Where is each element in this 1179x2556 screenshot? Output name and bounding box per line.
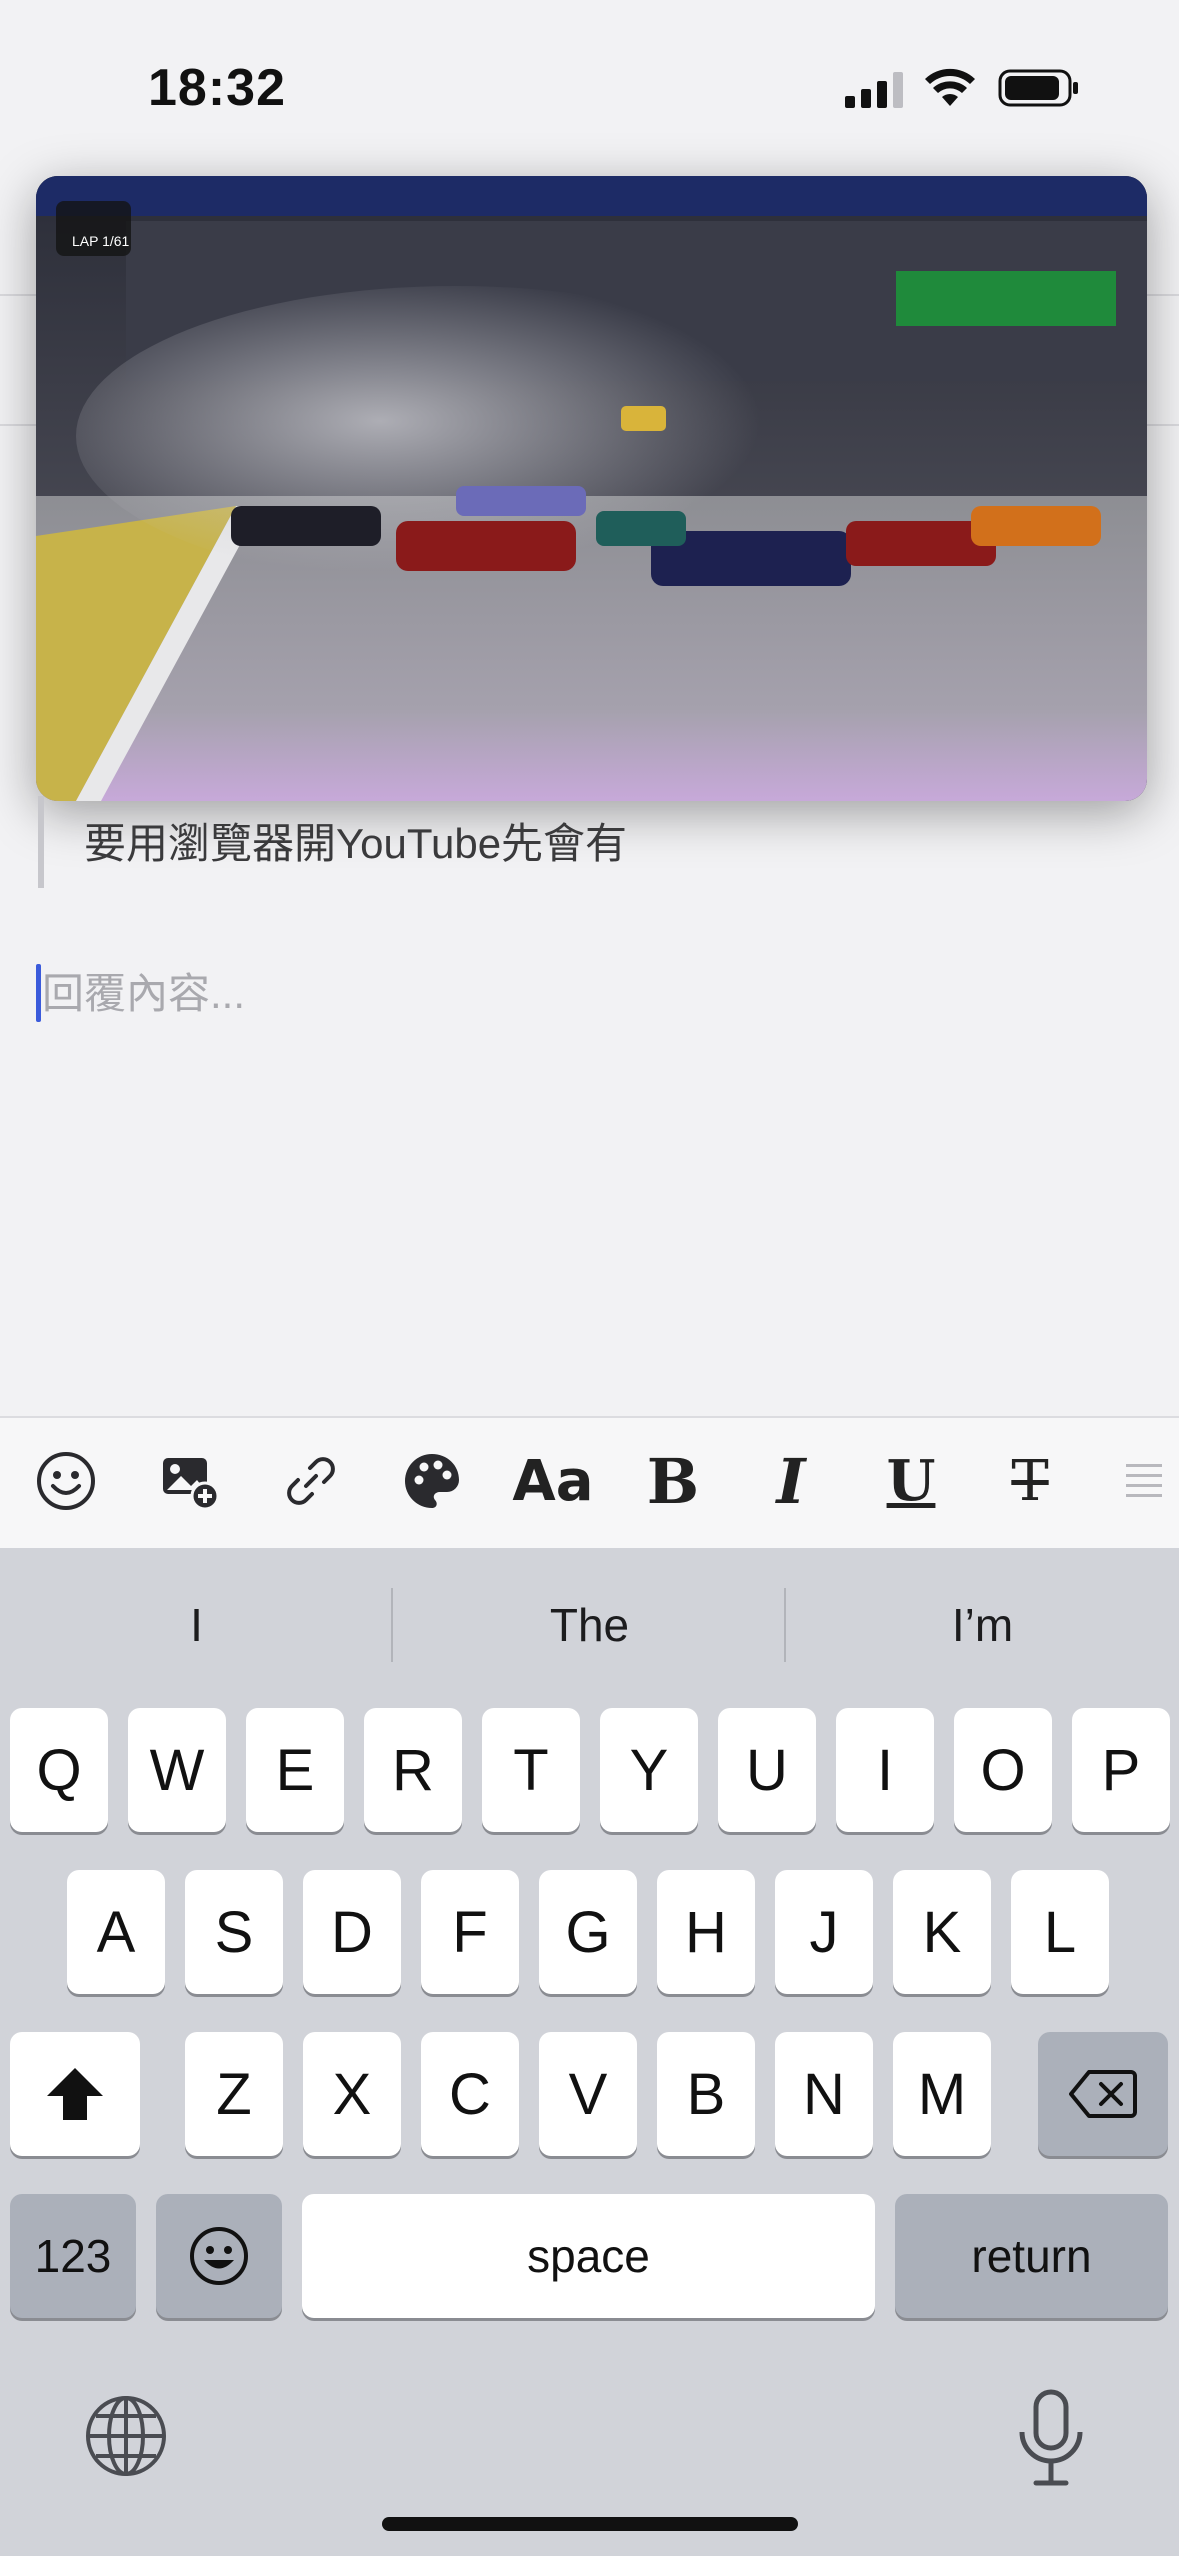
strikethrough-icon: T <box>1011 1448 1049 1514</box>
font-size-icon: Aa <box>512 1448 594 1514</box>
smiley-icon <box>37 1452 95 1510</box>
bold-icon: B <box>646 1444 700 1518</box>
bold-button[interactable]: B <box>628 1436 718 1526</box>
italic-icon: I <box>776 1444 806 1518</box>
key-q[interactable]: Q <box>10 1708 108 1832</box>
insert-image-button[interactable] <box>145 1436 235 1526</box>
key-d[interactable]: D <box>303 1870 401 1994</box>
key-m[interactable]: M <box>893 2032 991 2156</box>
key-g[interactable]: G <box>539 1870 637 1994</box>
key-u[interactable]: U <box>718 1708 816 1832</box>
key-k[interactable]: K <box>893 1870 991 1994</box>
return-key[interactable]: return <box>895 2194 1168 2318</box>
home-indicator[interactable] <box>382 2517 798 2531</box>
emoji-face-icon <box>190 2227 248 2285</box>
emoji-button[interactable] <box>21 1436 111 1526</box>
space-key[interactable]: space <box>302 2194 875 2318</box>
emoji-key[interactable] <box>156 2194 282 2318</box>
battery-icon <box>998 69 1078 107</box>
race-scene-image: LAP 1/61 <box>36 176 1147 801</box>
globe-button[interactable] <box>84 2394 168 2478</box>
key-f[interactable]: F <box>421 1870 519 1994</box>
key-h[interactable]: H <box>657 1870 755 1994</box>
key-o[interactable]: O <box>954 1708 1052 1832</box>
italic-button[interactable]: I <box>746 1436 836 1526</box>
key-l[interactable]: L <box>1011 1870 1109 1994</box>
shift-arrow-icon <box>47 2068 103 2120</box>
more-tools-button[interactable] <box>1112 1436 1172 1526</box>
color-palette-button[interactable] <box>387 1436 477 1526</box>
underline-icon: U <box>886 1448 936 1514</box>
key-r[interactable]: R <box>364 1708 462 1832</box>
key-a[interactable]: A <box>67 1870 165 1994</box>
align-icon <box>1126 1464 1162 1497</box>
status-time: 18:32 <box>148 59 286 117</box>
key-v[interactable]: V <box>539 2032 637 2156</box>
wifi-icon <box>925 68 975 106</box>
text-cursor <box>36 964 41 1022</box>
microphone-icon <box>1019 2389 1083 2486</box>
key-p[interactable]: P <box>1072 1708 1170 1832</box>
cellular-signal-icon <box>845 72 903 108</box>
suggestion-3[interactable]: I’m <box>786 1580 1179 1670</box>
reply-input[interactable] <box>42 962 1122 1026</box>
font-size-button[interactable]: Aa <box>508 1436 598 1526</box>
svg-text:LAP 1/61: LAP 1/61 <box>72 233 130 249</box>
suggestion-2[interactable]: The <box>393 1580 786 1670</box>
strikethrough-button[interactable]: T <box>985 1436 1075 1526</box>
suggestion-1[interactable]: I <box>0 1580 393 1670</box>
dictation-button[interactable] <box>1016 2388 1086 2488</box>
palette-icon <box>404 1454 459 1508</box>
quote-bar <box>38 796 44 888</box>
key-e[interactable]: E <box>246 1708 344 1832</box>
backspace-icon <box>1069 2070 1137 2118</box>
key-n[interactable]: N <box>775 2032 873 2156</box>
add-image-icon <box>163 1458 220 1511</box>
globe-icon <box>86 2396 166 2476</box>
key-b[interactable]: B <box>657 2032 755 2156</box>
underline-button[interactable]: U <box>866 1436 956 1526</box>
key-y[interactable]: Y <box>600 1708 698 1832</box>
key-z[interactable]: Z <box>185 2032 283 2156</box>
key-i[interactable]: I <box>836 1708 934 1832</box>
link-icon <box>287 1457 335 1505</box>
key-w[interactable]: W <box>128 1708 226 1832</box>
video-preview[interactable]: LAP 1/61 <box>36 176 1147 801</box>
delete-key[interactable] <box>1038 2032 1168 2156</box>
key-j[interactable]: J <box>775 1870 873 1994</box>
key-x[interactable]: X <box>303 2032 401 2156</box>
quoted-text: 要用瀏覽器開YouTube先會有 <box>84 820 628 867</box>
key-t[interactable]: T <box>482 1708 580 1832</box>
link-button[interactable] <box>266 1436 356 1526</box>
key-c[interactable]: C <box>421 2032 519 2156</box>
key-s[interactable]: S <box>185 1870 283 1994</box>
shift-key[interactable] <box>10 2032 140 2156</box>
numbers-key[interactable]: 123 <box>10 2194 136 2318</box>
